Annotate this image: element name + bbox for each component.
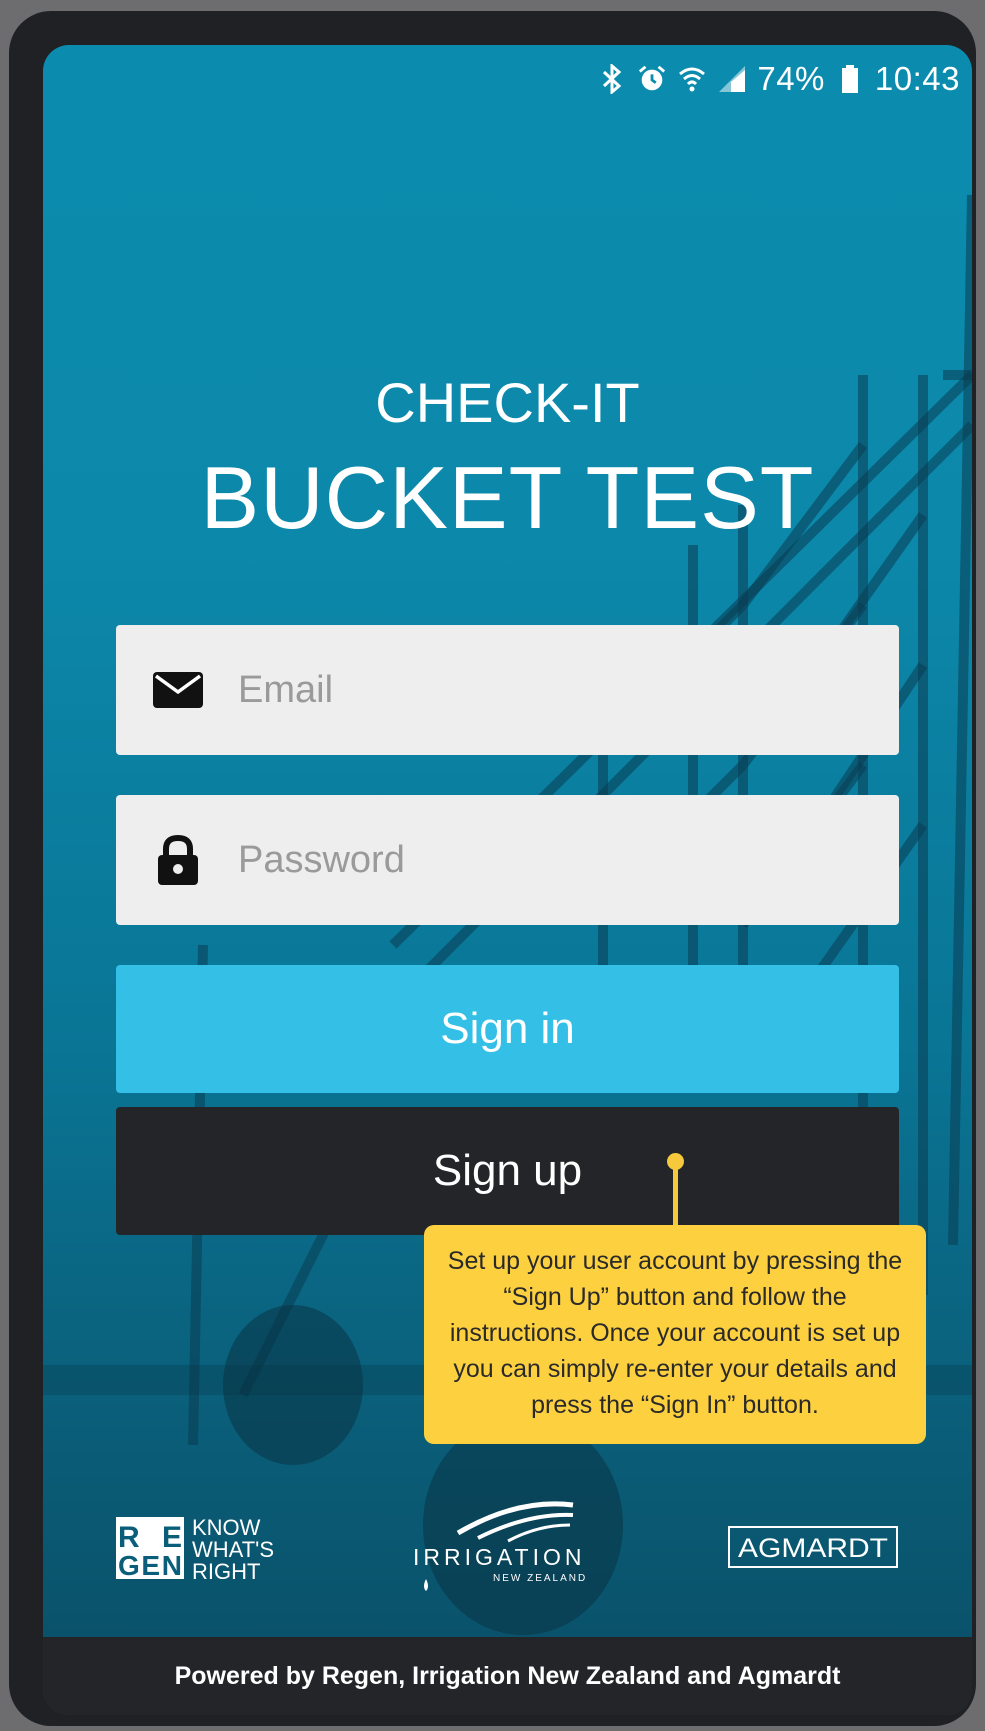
battery-icon	[835, 64, 865, 94]
regen-logo: RE GEN KNOW WHAT'S RIGHT	[116, 1509, 316, 1587]
sign-in-button[interactable]: Sign in	[116, 965, 899, 1093]
callout-pointer-dot	[667, 1153, 684, 1170]
callout-connector	[673, 1161, 678, 1229]
footer-credits: Powered by Regen, Irrigation New Zealand…	[43, 1637, 972, 1715]
email-placeholder: Email	[238, 668, 334, 711]
lock-icon	[152, 834, 204, 886]
irrigation-nz-logo: IRRIGATION NEW ZEALAND	[398, 1493, 608, 1593]
password-field[interactable]: Password	[116, 795, 899, 925]
agmardt-wordmark: AGMARDT	[738, 1533, 888, 1563]
instruction-callout: Set up your user account by pressing the…	[424, 1225, 926, 1444]
alarm-icon	[637, 64, 667, 94]
app-screen: 74% 10:43 CHECK-IT BUCKET TEST Email Pas…	[43, 45, 972, 1715]
wifi-icon	[677, 64, 707, 94]
irrigation-subtitle: NEW ZEALAND	[493, 1573, 587, 1584]
app-title-small: CHECK-IT	[375, 371, 640, 434]
phone-frame: 74% 10:43 CHECK-IT BUCKET TEST Email Pas…	[9, 11, 976, 1726]
regen-mark-bottom: GEN	[118, 1550, 182, 1581]
battery-percent: 74%	[757, 60, 825, 97]
envelope-icon	[152, 664, 204, 716]
regen-tagline-3: RIGHT	[192, 1559, 260, 1584]
clock: 10:43	[874, 60, 960, 97]
password-placeholder: Password	[238, 838, 405, 881]
email-field[interactable]: Email	[116, 625, 899, 755]
bluetooth-icon	[597, 64, 627, 94]
app-title-large: BUCKET TEST	[200, 448, 815, 547]
irrigation-wordmark: IRRIGATION	[413, 1544, 585, 1570]
agmardt-logo: AGMARDT	[727, 1525, 899, 1569]
sign-up-button[interactable]: Sign up	[116, 1107, 899, 1235]
status-bar: 74% 10:43	[597, 59, 960, 99]
signal-icon	[717, 64, 747, 94]
